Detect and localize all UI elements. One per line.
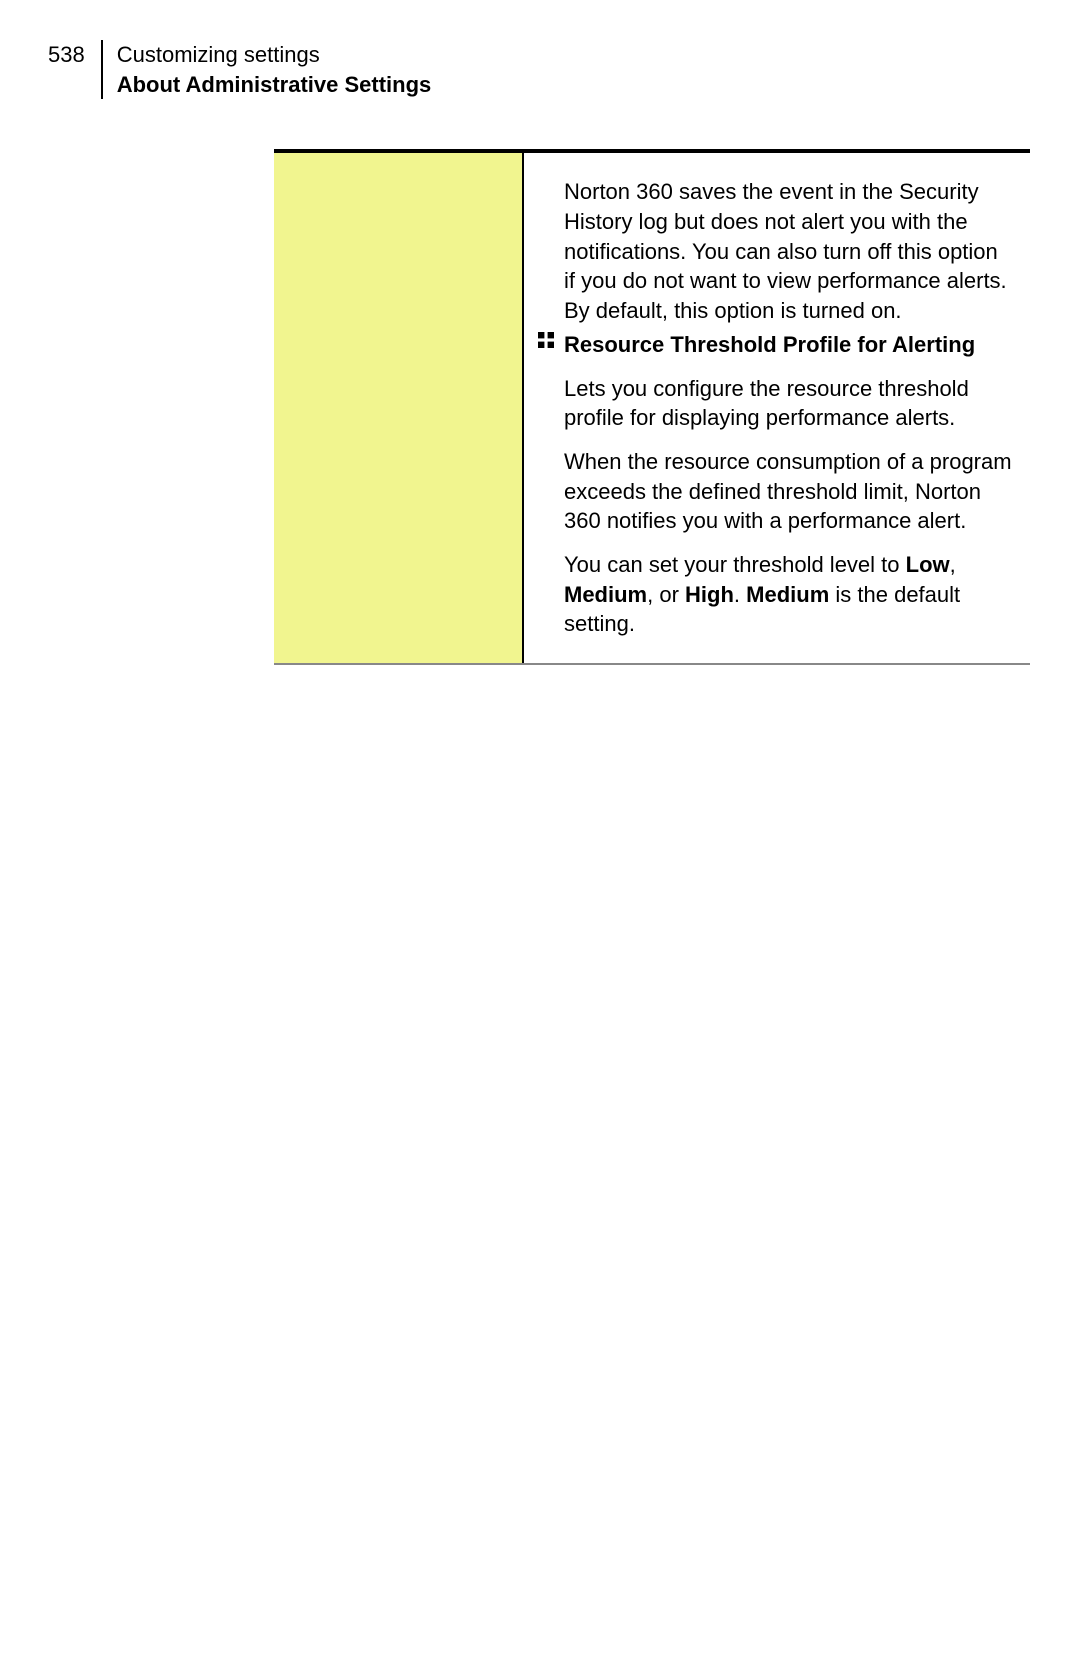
page-number: 538 — [48, 40, 101, 70]
text: , or — [647, 582, 685, 607]
section-title: About Administrative Settings — [117, 70, 432, 100]
running-header: 538 Customizing settings About Administr… — [48, 40, 1010, 99]
table-left-column — [274, 153, 522, 663]
page: 538 Customizing settings About Administr… — [0, 0, 1080, 1680]
header-titles: Customizing settings About Administrativ… — [117, 40, 432, 99]
text: , — [950, 552, 956, 577]
settings-table: Norton 360 saves the event in the Securi… — [274, 149, 1030, 665]
chapter-title: Customizing settings — [117, 40, 432, 70]
table-right-column: Norton 360 saves the event in the Securi… — [522, 153, 1030, 663]
list-item-title: Resource Threshold Profile for Alerting — [564, 330, 1014, 360]
text: . — [734, 582, 746, 607]
list-item: Resource Threshold Profile for Alerting … — [538, 330, 1014, 639]
paragraph: When the resource consumption of a progr… — [564, 447, 1014, 536]
text: You can set your threshold level to — [564, 552, 906, 577]
emphasis: Medium — [746, 582, 829, 607]
paragraph: You can set your threshold level to Low,… — [564, 550, 1014, 639]
list-item-body: Resource Threshold Profile for Alerting … — [564, 330, 1014, 639]
paragraph: Lets you configure the resource threshol… — [564, 374, 1014, 433]
header-divider — [101, 40, 103, 99]
emphasis: Low — [906, 552, 950, 577]
leading-paragraph: Norton 360 saves the event in the Securi… — [564, 177, 1014, 325]
emphasis: High — [685, 582, 734, 607]
bullet-icon — [538, 330, 564, 348]
emphasis: Medium — [564, 582, 647, 607]
